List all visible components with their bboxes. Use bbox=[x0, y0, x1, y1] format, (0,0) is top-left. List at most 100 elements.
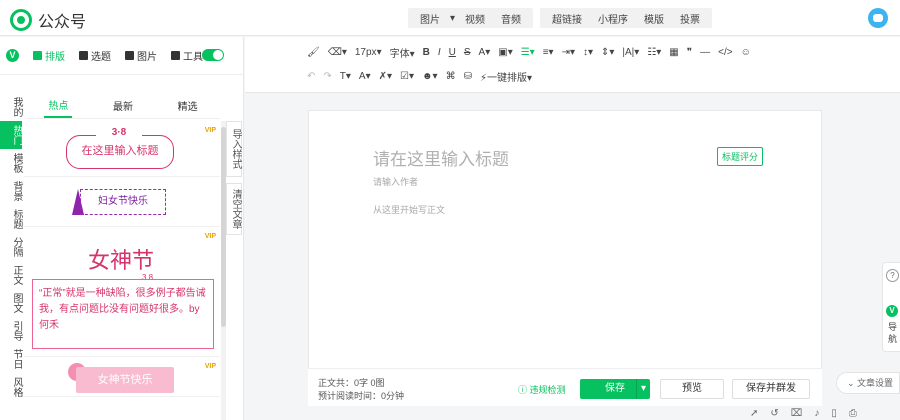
violation-check-button[interactable]: ⓘ 违规检测 bbox=[518, 383, 566, 396]
tab-tools[interactable]: 工具 bbox=[171, 48, 203, 63]
subtab-latest[interactable]: 最新 bbox=[109, 94, 137, 117]
html-icon[interactable]: ⌘ bbox=[446, 71, 456, 82]
divider-icon[interactable]: — bbox=[700, 47, 710, 58]
redo-icon[interactable]: ↷ bbox=[323, 71, 331, 82]
author-input[interactable]: 请输入作者 bbox=[373, 175, 418, 188]
template-item[interactable]: 妇女节快乐 bbox=[24, 177, 220, 227]
sound-icon[interactable]: ♪ bbox=[814, 408, 819, 419]
trash-icon[interactable]: ⌧ bbox=[791, 408, 803, 419]
list-icon[interactable]: ☷▾ bbox=[647, 47, 661, 58]
subtab-hot[interactable]: 热点 bbox=[44, 93, 73, 118]
strikethrough-icon[interactable]: S bbox=[464, 47, 471, 58]
wechat-logo-icon bbox=[10, 9, 32, 31]
category-item[interactable]: 标题 bbox=[0, 205, 22, 233]
print-icon[interactable]: ⎙ bbox=[849, 408, 857, 419]
title-score-button[interactable]: 标题评分 bbox=[717, 147, 764, 166]
font-color-icon[interactable]: A▾ bbox=[479, 47, 491, 58]
menu-template[interactable]: 模版 bbox=[638, 11, 670, 26]
template-deco: 3·8 bbox=[96, 127, 142, 139]
menu-video[interactable]: 视频 bbox=[459, 11, 491, 26]
text-style-icon[interactable]: T▾ bbox=[340, 71, 351, 82]
clear-format-icon[interactable]: ⌫▾ bbox=[328, 47, 347, 58]
sticker-icon[interactable]: ☻▾ bbox=[422, 71, 438, 82]
template-item[interactable]: VIP 在这里输入标题 3·8 bbox=[24, 121, 220, 177]
align-left-icon[interactable]: ☰▾ bbox=[521, 47, 535, 58]
font-family-select[interactable]: 字体▾ bbox=[390, 45, 415, 60]
template-quote-box: “正常”就是一种缺陷，很多例子都告诫我，有点问题比没有问题好很多。by何禾 bbox=[32, 279, 214, 349]
template-headline: 女神节 bbox=[87, 249, 154, 274]
emoji-icon[interactable]: ☺ bbox=[741, 47, 751, 58]
template-title-box: 在这里输入标题 bbox=[66, 135, 174, 169]
category-item[interactable]: 节日 bbox=[0, 345, 22, 373]
category-item[interactable]: 引导 bbox=[0, 317, 22, 345]
menu-audio[interactable]: 音频 bbox=[495, 11, 527, 26]
article-settings-button[interactable]: ⌄ 文章设置 bbox=[836, 372, 900, 394]
align-center-icon[interactable]: ≡▾ bbox=[543, 47, 554, 58]
indent-icon[interactable]: ⇥▾ bbox=[562, 47, 575, 58]
category-item[interactable]: 图文 bbox=[0, 289, 22, 317]
media-menu: 图片 ▾ 视频 音频 bbox=[408, 8, 534, 28]
menu-hyperlink[interactable]: 超链接 bbox=[546, 11, 588, 26]
menu-miniprogram[interactable]: 小程序 bbox=[592, 11, 634, 26]
format-painter-icon[interactable]: 🖌 bbox=[307, 47, 320, 58]
chevron-down-icon[interactable]: ▾ bbox=[636, 379, 650, 399]
editor-toolbar: 🖌 ⌫▾ 17px▾ 字体▾ B I U S A▾ ▣▾ ☰▾ ≡▾ ⇥▾ ↕▾… bbox=[245, 37, 900, 93]
checkbox-icon[interactable]: ☑▾ bbox=[400, 71, 414, 82]
bold-icon[interactable]: B bbox=[423, 47, 430, 58]
category-item[interactable]: 分隔 bbox=[0, 233, 22, 261]
superscript-icon[interactable]: A▾ bbox=[359, 71, 371, 82]
left-panel: V 排版 选题 图片 工具 我的 热门 模板 背景 标题 分隔 正文 图文 引导… bbox=[0, 37, 244, 420]
insert-menu: 超链接 小程序 模版 投票 bbox=[540, 8, 712, 28]
font-size-select[interactable]: 17px▾ bbox=[355, 47, 382, 58]
sidebar-icon[interactable]: ▯ bbox=[831, 408, 837, 419]
body-input[interactable]: 从这里开始写正文 bbox=[373, 203, 445, 216]
title-input[interactable]: 请在这里输入标题 bbox=[373, 145, 509, 170]
italic-icon[interactable]: I bbox=[438, 47, 441, 58]
category-item[interactable]: 我的 bbox=[0, 93, 22, 121]
template-item[interactable]: VIP 女神节 3.8 “正常”就是一种缺陷，很多例子都告诫我，有点问题比没有问… bbox=[24, 227, 220, 357]
template-item[interactable]: VIP 女神节快乐 bbox=[24, 357, 220, 397]
underline-icon[interactable]: U bbox=[449, 47, 456, 58]
app-logo[interactable]: 公众号 bbox=[10, 8, 86, 32]
formatting-icon[interactable]: ✗▾ bbox=[379, 71, 392, 82]
one-click-format-button[interactable]: ⚡一键排版▾ bbox=[480, 69, 532, 84]
import-style-button[interactable]: 导入样式 bbox=[226, 121, 242, 177]
right-float-panel: ? V 导航 bbox=[882, 262, 900, 352]
category-item[interactable]: 热门 bbox=[0, 121, 22, 149]
menu-image[interactable]: 图片 bbox=[414, 11, 446, 26]
panel-toggle[interactable] bbox=[202, 49, 224, 61]
undo-icon[interactable]: ↶ bbox=[307, 71, 315, 82]
line-height-icon[interactable]: ↕▾ bbox=[583, 47, 593, 58]
table-icon[interactable]: ▦ bbox=[669, 47, 678, 58]
tab-layout[interactable]: 排版 bbox=[33, 48, 65, 63]
user-avatar[interactable] bbox=[868, 8, 888, 28]
menu-vote[interactable]: 投票 bbox=[674, 11, 706, 26]
briefcase-icon[interactable]: ⛁ bbox=[464, 71, 472, 82]
category-item[interactable]: 背景 bbox=[0, 177, 22, 205]
editor-canvas: 请在这里输入标题 标题评分 请输入作者 从这里开始写正文 bbox=[308, 110, 822, 402]
category-item[interactable]: 风格 bbox=[0, 373, 22, 401]
rocket-icon[interactable]: ➚ bbox=[750, 408, 758, 419]
category-item[interactable]: 正文 bbox=[0, 261, 22, 289]
template-title-box: 女神节快乐 bbox=[76, 367, 174, 393]
background-color-icon[interactable]: ▣▾ bbox=[498, 47, 512, 58]
vip-badge: VIP bbox=[204, 233, 216, 240]
subtab-featured[interactable]: 精选 bbox=[174, 94, 202, 117]
quote-icon[interactable]: ❞ bbox=[687, 47, 692, 58]
category-item[interactable]: 模板 bbox=[0, 149, 22, 177]
letter-spacing-icon[interactable]: |A|▾ bbox=[622, 47, 639, 58]
save-and-publish-button[interactable]: 保存并群发 bbox=[732, 379, 810, 399]
code-icon[interactable]: </> bbox=[718, 47, 732, 58]
paragraph-spacing-icon[interactable]: ⇕▾ bbox=[601, 47, 614, 58]
tab-topics[interactable]: 选题 bbox=[79, 48, 111, 63]
bottom-icon-strip: ➚ ↺ ⌧ ♪ ▯ ⎙ bbox=[750, 408, 857, 419]
template-list: VIP 在这里输入标题 3·8 妇女节快乐 VIP 女神节 3.8 “正常”就是… bbox=[24, 121, 220, 420]
help-icon[interactable]: ? bbox=[886, 269, 899, 282]
nav-label[interactable]: 导航 bbox=[888, 321, 898, 345]
preview-button[interactable]: 预览 bbox=[660, 379, 724, 399]
sub-tabs: 热点 最新 精选 bbox=[26, 93, 220, 119]
save-button[interactable]: 保存 ▾ bbox=[580, 379, 650, 399]
tab-images[interactable]: 图片 bbox=[125, 48, 157, 63]
clear-article-button[interactable]: 清空文章 bbox=[226, 183, 242, 235]
history-icon[interactable]: ↺ bbox=[770, 408, 778, 419]
